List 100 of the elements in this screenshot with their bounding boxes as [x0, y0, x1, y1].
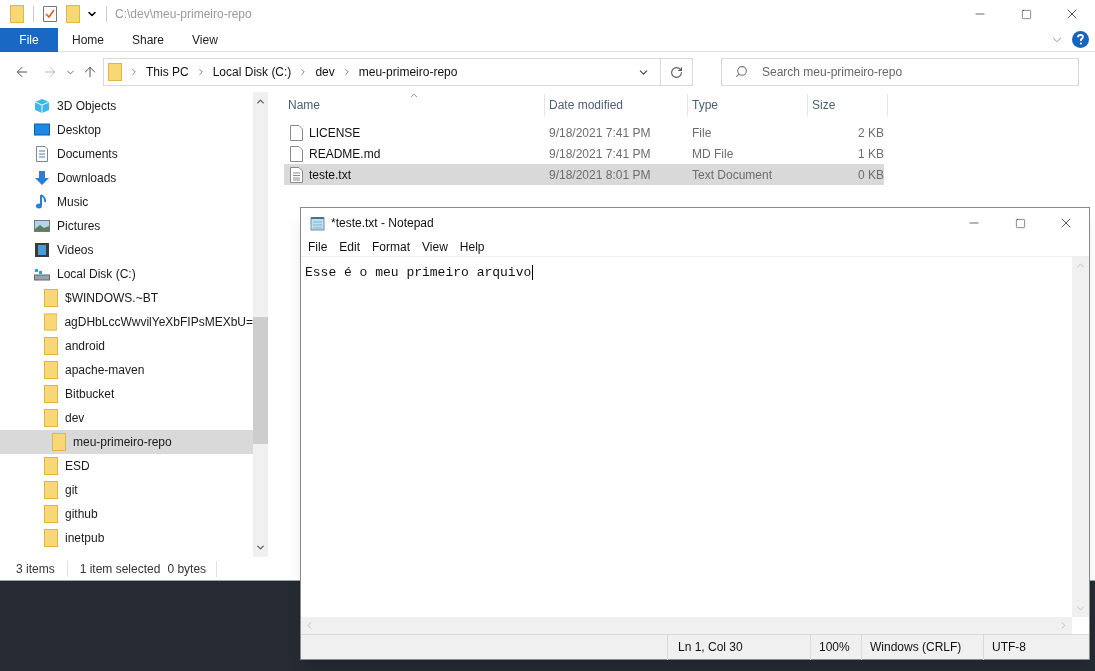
sidebar-item[interactable]: Bitbucket	[0, 382, 253, 406]
column-header[interactable]: Name	[284, 94, 545, 116]
sidebar-item[interactable]: meu-primeiro-repo	[0, 430, 253, 454]
breadcrumb[interactable]: meu-primeiro-repo	[358, 63, 458, 81]
up-icon[interactable]	[82, 64, 98, 80]
scroll-down-icon[interactable]	[255, 542, 266, 553]
table-cell: README.md	[284, 144, 545, 163]
sidebar-item[interactable]: ESD	[0, 454, 253, 478]
table-cell-text: 2 KB	[857, 124, 884, 142]
file-row[interactable]: README.md 9/18/2021 7:41 PM MD File 1 KB	[284, 143, 884, 164]
sidebar-item[interactable]: inetpub	[0, 526, 253, 550]
sidebar-item[interactable]: Videos	[0, 238, 253, 262]
sidebar-item[interactable]: android	[0, 334, 253, 358]
folder-icon	[44, 313, 58, 331]
maximize-icon	[1014, 217, 1026, 229]
sidebar-item[interactable]: $WINDOWS.~BT	[0, 286, 253, 310]
table-cell: teste.txt	[284, 165, 545, 184]
table-cell-text: File	[691, 124, 713, 142]
folder-icon	[44, 385, 58, 403]
help-icon[interactable]	[1072, 31, 1089, 48]
chevron-right-icon	[129, 67, 139, 77]
folder-icon	[44, 361, 58, 379]
document-icon	[290, 124, 303, 141]
scrollbar[interactable]	[253, 92, 268, 557]
menu-item[interactable]: Help	[453, 238, 491, 256]
drive-icon	[34, 266, 50, 282]
picture-icon	[34, 218, 50, 234]
properties-icon[interactable]	[43, 6, 57, 22]
menu-item[interactable]: Format	[366, 238, 417, 256]
sidebar-item[interactable]: agDHbLccWwvilYeXbFIPsMEXbU=	[0, 310, 253, 334]
sidebar-item[interactable]: Pictures	[0, 214, 253, 238]
folder-icon	[44, 289, 58, 307]
download-arrow-icon	[34, 170, 50, 186]
sidebar-item[interactable]: Desktop	[0, 118, 253, 142]
folder-icon	[44, 529, 58, 547]
folder-icon	[10, 5, 24, 23]
scroll-up-icon[interactable]	[255, 96, 266, 107]
folder-icon	[44, 337, 58, 355]
menu-item[interactable]: File	[302, 238, 334, 256]
folder-icon	[44, 481, 58, 499]
sidebar-item[interactable]: Local Disk (C:)	[0, 262, 253, 286]
folder-icon	[44, 505, 58, 523]
notepad-icon	[310, 215, 325, 231]
back-icon[interactable]	[14, 64, 30, 80]
table-cell: LICENSE	[284, 123, 545, 142]
folder-icon	[52, 433, 66, 451]
sidebar-item[interactable]: github	[0, 502, 253, 526]
sidebar-item[interactable]: git	[0, 478, 253, 502]
folder-icon	[44, 457, 58, 475]
menu-item[interactable]: Edit	[333, 238, 367, 256]
status-text: 0 bytes	[166, 560, 208, 578]
status-text: UTF-8	[983, 634, 1089, 660]
maximize-icon	[1020, 8, 1032, 20]
cube-icon	[34, 98, 50, 114]
search-icon	[735, 65, 748, 78]
document-text[interactable]: Esse é o meu primeiro arquivo	[305, 265, 534, 280]
window-title: *teste.txt - Notepad	[331, 215, 434, 232]
folder-icon	[44, 409, 58, 427]
ribbon-tab[interactable]: Home	[58, 27, 118, 52]
address-bar[interactable]: This PC Local Disk (C:) dev meu-primeiro-repo	[103, 58, 693, 86]
column-header[interactable]: Size	[808, 94, 888, 116]
file-menu-button[interactable]: File	[0, 27, 58, 52]
status-text: Ln 1, Col 30	[667, 634, 810, 660]
scrollbar[interactable]	[301, 617, 1072, 634]
column-header[interactable]: Type	[688, 94, 808, 116]
sidebar-item[interactable]: 3D Objects	[0, 94, 253, 118]
table-cell-text: Text Document	[691, 166, 774, 184]
sidebar-item[interactable]: Documents	[0, 142, 253, 166]
table-cell-text: 9/18/2021 7:41 PM	[548, 145, 652, 163]
monitor-icon	[34, 122, 50, 138]
status-text: Windows (CRLF)	[861, 634, 983, 660]
menu-item[interactable]: View	[416, 238, 454, 256]
scrollbar-thumb[interactable]	[253, 317, 268, 444]
document-icon	[290, 145, 303, 162]
forward-icon[interactable]	[42, 64, 58, 80]
ribbon-tab[interactable]: View	[178, 27, 232, 52]
sidebar-item[interactable]: apache-maven	[0, 358, 253, 382]
file-row[interactable]: LICENSE 9/18/2021 7:41 PM File 2 KB	[284, 122, 884, 143]
status-text: 3 items	[15, 560, 56, 578]
table-cell-text: 1 KB	[857, 145, 884, 163]
ribbon-tab[interactable]: Share	[118, 27, 179, 52]
file-row[interactable]: teste.txt 9/18/2021 8:01 PM Text Document 0 KB	[284, 164, 884, 185]
breadcrumb[interactable]: Local Disk (C:)	[212, 63, 292, 81]
breadcrumb[interactable]: This PC	[146, 63, 189, 81]
sidebar-item[interactable]: Downloads	[0, 166, 253, 190]
table-cell-text: 9/18/2021 8:01 PM	[548, 166, 652, 184]
table-cell-text: MD File	[691, 145, 735, 163]
status-text: 100%	[810, 634, 861, 660]
document-icon	[34, 146, 50, 162]
sidebar-item[interactable]: dev	[0, 406, 253, 430]
refresh-icon[interactable]	[670, 65, 683, 79]
folder-icon	[66, 5, 80, 23]
sidebar-item[interactable]: Music	[0, 190, 253, 214]
column-header[interactable]: Date modified	[545, 94, 688, 116]
film-icon	[34, 242, 50, 258]
window-title: C:\dev\meu-primeiro-repo	[115, 6, 252, 23]
search-field[interactable]: Search meu-primeiro-repo	[721, 58, 1079, 86]
breadcrumb[interactable]: dev	[315, 63, 335, 81]
table-cell-text: 9/18/2021 7:41 PM	[548, 124, 652, 142]
text-document-icon	[290, 166, 303, 183]
